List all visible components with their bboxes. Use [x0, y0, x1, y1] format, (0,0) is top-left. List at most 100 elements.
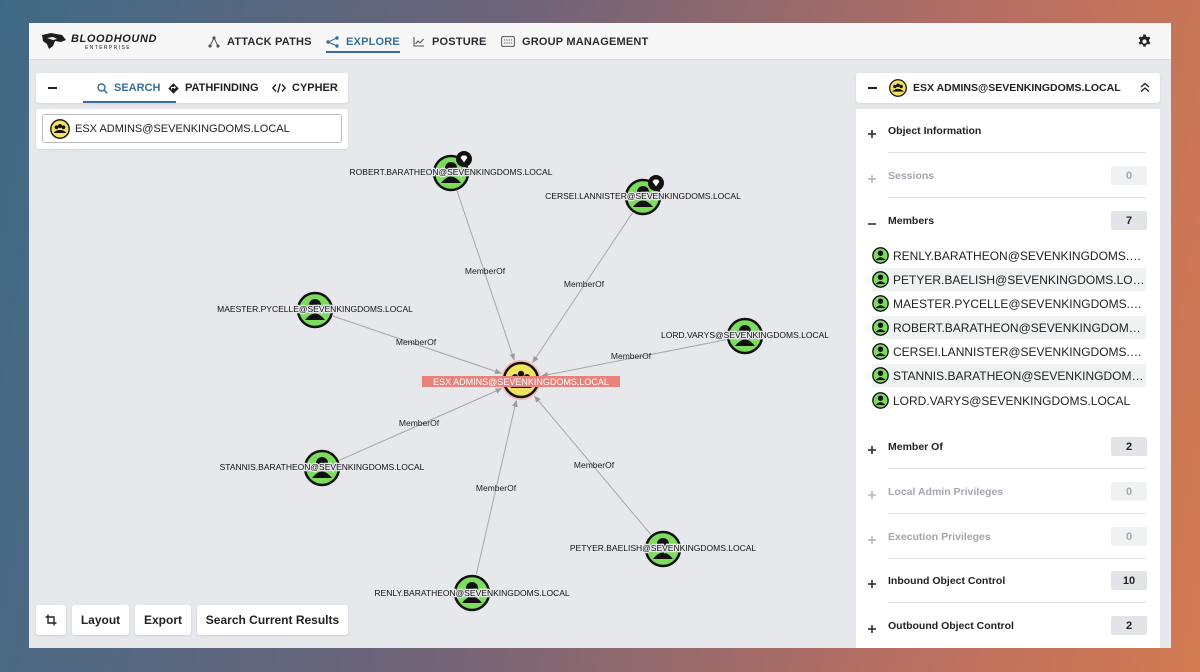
section-divider	[888, 513, 1146, 514]
double-chevron-up-icon[interactable]	[1140, 82, 1150, 93]
explore-icon	[326, 35, 339, 48]
user-icon	[872, 247, 889, 264]
section-members[interactable]: Members 7	[856, 199, 1160, 243]
code-icon	[272, 83, 286, 93]
node-label: LORD.VARYS@SEVENKINGDOMS.LOCAL	[661, 330, 829, 340]
pathfinding-icon	[168, 82, 179, 94]
member-name: STANNIS.BARATHEON@SEVENKINGDOMS.LOCAL	[893, 368, 1146, 383]
nav-attack-paths[interactable]: ATTACK PATHS	[208, 23, 312, 60]
tab-pathfinding[interactable]: PATHFINDING	[168, 73, 259, 103]
section-label: Inbound Object Control	[888, 575, 1006, 587]
nav-label: GROUP MANAGEMENT	[522, 35, 649, 48]
crop-button[interactable]	[36, 605, 66, 635]
app-window: BLOODHOUND ENTERPRISE ATTACK PATHS EXPLO…	[29, 23, 1171, 648]
section-local-admin-privileges[interactable]: Local Admin Privileges 0	[856, 470, 1160, 514]
settings-gear-icon[interactable]	[1137, 34, 1152, 49]
tab-cypher[interactable]: CYPHER	[272, 73, 338, 103]
crop-icon	[45, 614, 57, 626]
section-label: Local Admin Privileges	[888, 486, 1004, 498]
section-member-of[interactable]: Member Of 2	[856, 425, 1160, 469]
nav-label: ATTACK PATHS	[227, 35, 312, 48]
section-outbound-object-control[interactable]: Outbound Object Control 2	[856, 604, 1160, 648]
section-count: 2	[1111, 616, 1147, 635]
expand-plus-icon	[868, 446, 876, 454]
explore-tabs-panel: SEARCH PATHFINDING CYPHER	[36, 73, 348, 103]
user-icon	[872, 367, 889, 384]
posture-icon	[413, 37, 424, 47]
tier-zero-tag-icon	[456, 151, 472, 167]
expand-plus-icon	[868, 536, 876, 544]
node-label: ROBERT.BARATHEON@SEVENKINGDOMS.LOCAL	[350, 167, 553, 177]
group-icon	[889, 79, 907, 97]
user-icon	[872, 392, 889, 409]
entity-panel-body: Object Information Sessions 0 Members 7 …	[856, 109, 1160, 648]
nav-group-management[interactable]: GROUP MANAGEMENT	[501, 23, 648, 60]
section-label: Execution Privileges	[888, 531, 991, 543]
section-count: 10	[1111, 571, 1147, 590]
member-list-item[interactable]: STANNIS.BARATHEON@SEVENKINGDOMS.LOCAL	[872, 364, 1146, 387]
member-list-item[interactable]: RENLY.BARATHEON@SEVENKINGDOMS.LOCAL	[872, 244, 1146, 267]
section-label: Sessions	[888, 170, 935, 182]
node-label: PETYER.BAELISH@SEVENKINGDOMS.LOCAL	[570, 543, 757, 553]
member-list-item[interactable]: PETYER.BAELISH@SEVENKINGDOMS.LOCAL	[872, 268, 1146, 291]
node-label: RENLY.BARATHEON@SEVENKINGDOMS.LOCAL	[374, 588, 569, 598]
nav-label: EXPLORE	[346, 35, 400, 48]
top-navigation: BLOODHOUND ENTERPRISE ATTACK PATHS EXPLO…	[29, 23, 1171, 60]
bloodhound-logo[interactable]: BLOODHOUND ENTERPRISE	[41, 31, 163, 53]
layout-button[interactable]: Layout	[72, 605, 129, 635]
member-list-item[interactable]: MAESTER.PYCELLE@SEVENKINGDOMS.LOCAL	[872, 292, 1146, 315]
member-name: MAESTER.PYCELLE@SEVENKINGDOMS.LOCAL	[893, 296, 1146, 311]
section-divider	[888, 152, 1146, 153]
group-icon	[50, 118, 70, 139]
member-list-item[interactable]: ROBERT.BARATHEON@SEVENKINGDOMS.LOCAL	[872, 316, 1146, 339]
edge-label: MemberOf	[465, 266, 506, 276]
member-list-item[interactable]: LORD.VARYS@SEVENKINGDOMS.LOCAL	[872, 389, 1146, 412]
collapse-minus-icon	[868, 223, 876, 225]
section-divider	[888, 197, 1146, 198]
member-name: LORD.VARYS@SEVENKINGDOMS.LOCAL	[893, 393, 1131, 408]
nav-posture[interactable]: POSTURE	[413, 23, 487, 60]
nav-label: POSTURE	[432, 35, 487, 48]
section-count: 0	[1111, 166, 1147, 185]
group-management-icon	[501, 36, 515, 47]
section-divider	[888, 602, 1146, 603]
section-label: Outbound Object Control	[888, 620, 1014, 632]
search-panel: ESX ADMINS@SEVENKINGDOMS.LOCAL	[36, 109, 348, 149]
member-name: ROBERT.BARATHEON@SEVENKINGDOMS.LOCAL	[893, 320, 1146, 335]
user-icon	[872, 319, 889, 336]
brand-sub: ENTERPRISE	[85, 45, 131, 51]
user-icon	[872, 271, 889, 288]
section-label: Members	[888, 215, 935, 227]
user-icon	[872, 343, 889, 360]
edge-label: MemberOf	[399, 418, 440, 428]
export-button[interactable]: Export	[135, 605, 191, 635]
bloodhound-logo-icon	[42, 33, 66, 49]
entity-title: ESX ADMINS@SEVENKINGDOMS.LOCAL	[913, 82, 1121, 94]
section-label: Member Of	[888, 441, 943, 453]
node-label: MAESTER.PYCELLE@SEVENKINGDOMS.LOCAL	[217, 304, 413, 314]
node-label: CERSEI.LANNISTER@SEVENKINGDOMS.LOCAL	[545, 191, 741, 201]
search-current-results-button[interactable]: Search Current Results	[197, 605, 348, 635]
member-name: CERSEI.LANNISTER@SEVENKINGDOMS.LOCAL	[893, 344, 1146, 359]
nav-explore[interactable]: EXPLORE	[326, 23, 400, 60]
tab-search[interactable]: SEARCH	[82, 73, 178, 103]
collapse-panel-button[interactable]	[48, 87, 57, 89]
section-inbound-object-control[interactable]: Inbound Object Control 10	[856, 559, 1160, 603]
section-sessions[interactable]: Sessions 0	[856, 154, 1160, 198]
section-object-information[interactable]: Object Information	[856, 109, 1160, 153]
section-count: 7	[1111, 211, 1147, 230]
node-search-input[interactable]: ESX ADMINS@SEVENKINGDOMS.LOCAL	[42, 114, 342, 143]
attack-paths-icon	[208, 35, 220, 48]
tab-label: CYPHER	[292, 82, 338, 94]
section-divider	[888, 468, 1146, 469]
section-count: 0	[1111, 527, 1147, 546]
member-list-item[interactable]: CERSEI.LANNISTER@SEVENKINGDOMS.LOCAL	[872, 340, 1146, 363]
member-name: PETYER.BAELISH@SEVENKINGDOMS.LOCAL	[893, 272, 1146, 287]
section-label: Object Information	[888, 125, 982, 137]
edge-label: MemberOf	[574, 460, 615, 470]
edge-label: MemberOf	[476, 483, 517, 493]
expand-plus-icon	[868, 175, 876, 183]
edge-label: MemberOf	[396, 337, 437, 347]
section-execution-privileges[interactable]: Execution Privileges 0	[856, 515, 1160, 559]
collapse-entity-panel-button[interactable]	[868, 87, 877, 89]
